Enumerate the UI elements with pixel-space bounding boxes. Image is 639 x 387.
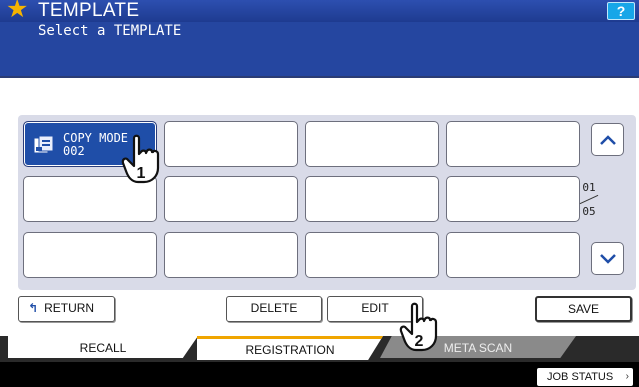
template-cell[interactable] — [23, 232, 157, 278]
job-status-button[interactable]: JOB STATUS › — [537, 368, 633, 386]
tab-recall[interactable]: RECALL — [8, 336, 198, 358]
title-bar: ★ TEMPLATE ? — [0, 0, 639, 22]
job-status-label: JOB STATUS — [547, 371, 614, 383]
chevron-right-icon: › — [625, 371, 629, 382]
return-button[interactable]: ↰ RETURN — [18, 296, 115, 322]
scroll-down-button[interactable] — [591, 242, 624, 275]
instruction-text: Select a TEMPLATE — [38, 23, 182, 39]
template-name: COPY MODE — [63, 131, 129, 145]
page-divider — [575, 194, 603, 206]
pointer-hand-icon: 2 — [399, 302, 438, 352]
template-cell[interactable] — [446, 121, 580, 167]
copy-mode-icon — [33, 135, 54, 154]
template-cell[interactable] — [164, 176, 298, 222]
template-cell-label: COPY MODE 002 — [63, 132, 128, 158]
template-cell[interactable] — [446, 232, 580, 278]
page-indicator: 01 05 — [575, 182, 603, 218]
pointer-hand-icon: 1 — [121, 134, 160, 184]
template-cell[interactable] — [305, 121, 439, 167]
template-cell[interactable] — [305, 176, 439, 222]
template-cell[interactable] — [305, 232, 439, 278]
save-button[interactable]: SAVE — [535, 296, 632, 322]
delete-button[interactable]: DELETE — [226, 296, 322, 322]
total-pages: 05 — [582, 205, 596, 218]
help-button[interactable]: ? — [607, 2, 635, 20]
screen: ★ TEMPLATE ? Select a TEMPLATE COPY MODE… — [0, 0, 639, 387]
template-number: 002 — [63, 144, 85, 158]
status-bar: JOB STATUS › — [0, 362, 639, 387]
template-cell[interactable] — [446, 176, 580, 222]
current-page: 01 — [582, 181, 596, 194]
chevron-down-icon — [599, 254, 616, 264]
return-arrow-icon: ↰ — [28, 301, 39, 315]
chevron-up-icon — [599, 135, 616, 145]
template-cell[interactable] — [164, 232, 298, 278]
scroll-up-button[interactable] — [591, 123, 624, 156]
return-label: RETURN — [44, 301, 95, 315]
header: ★ TEMPLATE ? Select a TEMPLATE — [0, 0, 639, 78]
template-cell[interactable] — [164, 121, 298, 167]
callout-step-2: 2 — [415, 333, 424, 350]
star-icon: ★ — [6, 0, 29, 23]
callout-step-1: 1 — [137, 165, 146, 182]
page-title: TEMPLATE — [38, 0, 140, 21]
template-grid: COPY MODE 002 — [18, 115, 636, 290]
tab-registration[interactable]: REGISTRATION — [197, 336, 383, 360]
